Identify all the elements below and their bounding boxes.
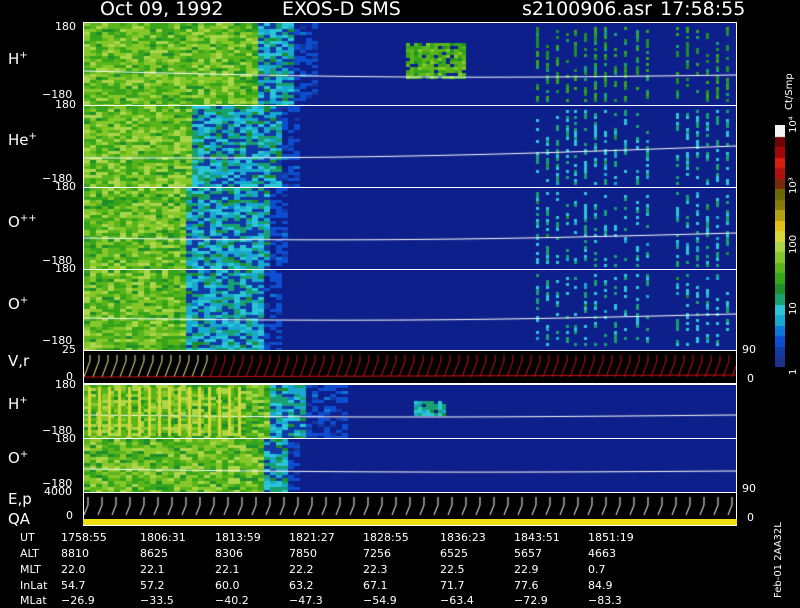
label-v-r: V,r bbox=[8, 352, 30, 370]
right-tick-max: 90 bbox=[742, 343, 756, 356]
orbit-cell: 1851:19 bbox=[588, 531, 634, 544]
orbit-cell: 67.1 bbox=[363, 579, 388, 592]
orbit-row-mlt: MLT 22.0 22.1 22.1 22.2 22.3 22.5 22.9 0.7 bbox=[0, 563, 780, 577]
ytick-max: 4000 bbox=[44, 485, 72, 498]
orbit-row-label: MLat bbox=[20, 594, 47, 607]
label-h-plus-2: H+ bbox=[8, 395, 28, 413]
orbit-cell: 22.1 bbox=[215, 563, 240, 576]
panel-o-plus-2 bbox=[83, 438, 737, 493]
panel-he-plus bbox=[83, 105, 737, 188]
h-plus-spectrogram bbox=[84, 23, 736, 105]
right-tick-max: 90 bbox=[742, 482, 756, 495]
ytick-max: 180 bbox=[55, 180, 76, 193]
file-name: s2100906.asr bbox=[522, 0, 652, 20]
orbit-cell: 6525 bbox=[440, 547, 468, 560]
colorbar-tick-label: 10 bbox=[788, 301, 799, 315]
colorbar-unit: Ct/Smp bbox=[784, 73, 795, 110]
instrument-title: EXOS-D SMS bbox=[282, 0, 401, 20]
v-r-trace bbox=[84, 351, 736, 383]
he-plus-spectrogram bbox=[84, 106, 736, 187]
colorbar-tick-label: 10⁴ bbox=[788, 116, 799, 133]
label-e-p: E,p bbox=[8, 490, 32, 508]
ytick-max: 180 bbox=[55, 378, 76, 391]
orbit-cell: 54.7 bbox=[61, 579, 86, 592]
label-o-plus-plus: O++ bbox=[8, 213, 37, 231]
orbit-cell: 71.7 bbox=[440, 579, 465, 592]
ytick-max: 25 bbox=[62, 343, 76, 356]
plot-date: Oct 09, 1992 bbox=[100, 0, 224, 20]
orbit-cell: −83.3 bbox=[588, 594, 622, 607]
orbit-cell: 1813:59 bbox=[215, 531, 261, 544]
panel-o-plus bbox=[83, 269, 737, 351]
orbit-row-inlat: InLat 54.7 57.2 60.0 63.2 67.1 71.7 77.6 84.9 bbox=[0, 579, 780, 593]
orbit-row-label: MLT bbox=[20, 563, 41, 576]
orbit-cell: 1806:31 bbox=[140, 531, 186, 544]
orbit-cell: −26.9 bbox=[61, 594, 95, 607]
orbit-cell: 63.2 bbox=[289, 579, 314, 592]
orbit-row-mlat: MLat −26.9 −33.5 −40.2 −47.3 −54.9 −63.4 −72.9 −… bbox=[0, 594, 780, 608]
o-plus-plus-spectrogram bbox=[84, 188, 736, 269]
orbit-cell: −33.5 bbox=[140, 594, 174, 607]
orbit-cell: −47.3 bbox=[289, 594, 323, 607]
right-tick-min: 0 bbox=[747, 511, 754, 524]
orbit-cell: 1836:23 bbox=[440, 531, 486, 544]
label-h-plus: H+ bbox=[8, 50, 28, 68]
orbit-row-ut: UT 1758:55 1806:31 1813:59 1821:27 1828:55 183… bbox=[0, 531, 780, 545]
label-o-plus-2: O+ bbox=[8, 449, 29, 467]
orbit-cell: 1828:55 bbox=[363, 531, 409, 544]
qa-strip bbox=[83, 519, 737, 525]
orbit-cell: −54.9 bbox=[363, 594, 397, 607]
orbit-cell: 8810 bbox=[61, 547, 89, 560]
orbit-cell: 1758:55 bbox=[61, 531, 107, 544]
orbit-row-label: UT bbox=[20, 531, 35, 544]
ytick-max: 180 bbox=[55, 20, 76, 33]
orbit-cell: 1821:27 bbox=[289, 531, 335, 544]
ytick-min: 0 bbox=[66, 509, 73, 522]
h-plus-2-spectrogram bbox=[84, 385, 736, 438]
colorbar-tick-label: 100 bbox=[788, 234, 799, 254]
ytick-max: 180 bbox=[55, 262, 76, 275]
orbit-cell: 22.1 bbox=[140, 563, 165, 576]
right-tick-min: 0 bbox=[747, 372, 754, 385]
orbit-cell: 0.7 bbox=[588, 563, 606, 576]
label-qa: QA bbox=[8, 510, 31, 528]
label-o-plus: O+ bbox=[8, 295, 29, 313]
orbit-cell: −40.2 bbox=[215, 594, 249, 607]
colorbar-tick-label: 1 bbox=[788, 368, 799, 375]
footer-code: Feb-01 2AA32L bbox=[773, 522, 784, 598]
orbit-cell: −63.4 bbox=[440, 594, 474, 607]
orbit-cell: 5657 bbox=[514, 547, 542, 560]
colorbar bbox=[775, 125, 785, 367]
orbit-cell: 8625 bbox=[140, 547, 168, 560]
colorbar-tick-label: 10³ bbox=[788, 176, 799, 194]
orbit-cell: 22.3 bbox=[363, 563, 388, 576]
orbit-cell: 22.9 bbox=[514, 563, 539, 576]
panel-h-plus bbox=[83, 22, 737, 106]
o-plus-spectrogram bbox=[84, 270, 736, 350]
ytick-max: 180 bbox=[55, 98, 76, 111]
orbit-cell: 57.2 bbox=[140, 579, 165, 592]
orbit-cell: −72.9 bbox=[514, 594, 548, 607]
orbit-cell: 84.9 bbox=[588, 579, 613, 592]
label-he-plus: He+ bbox=[8, 131, 37, 149]
orbit-cell: 8306 bbox=[215, 547, 243, 560]
orbit-cell: 22.2 bbox=[289, 563, 314, 576]
orbit-row-label: ALT bbox=[20, 547, 39, 560]
orbit-cell: 7850 bbox=[289, 547, 317, 560]
panel-h-plus-2 bbox=[83, 384, 737, 439]
orbit-cell: 4663 bbox=[588, 547, 616, 560]
header-time: 17:58:55 bbox=[660, 0, 746, 20]
orbit-cell: 22.0 bbox=[61, 563, 86, 576]
orbit-cell: 22.5 bbox=[440, 563, 465, 576]
orbit-cell: 7256 bbox=[363, 547, 391, 560]
orbit-cell: 77.6 bbox=[514, 579, 539, 592]
panel-v-r bbox=[83, 350, 737, 384]
orbit-row-label: InLat bbox=[20, 579, 48, 592]
orbit-row-alt: ALT 8810 8625 8306 7850 7256 6525 5657 4663 bbox=[0, 547, 780, 561]
orbit-cell: 60.0 bbox=[215, 579, 240, 592]
ytick-max: 180 bbox=[55, 432, 76, 445]
orbit-cell: 1843:51 bbox=[514, 531, 560, 544]
o-plus-2-spectrogram bbox=[84, 439, 736, 492]
panel-o-plus-plus bbox=[83, 187, 737, 270]
